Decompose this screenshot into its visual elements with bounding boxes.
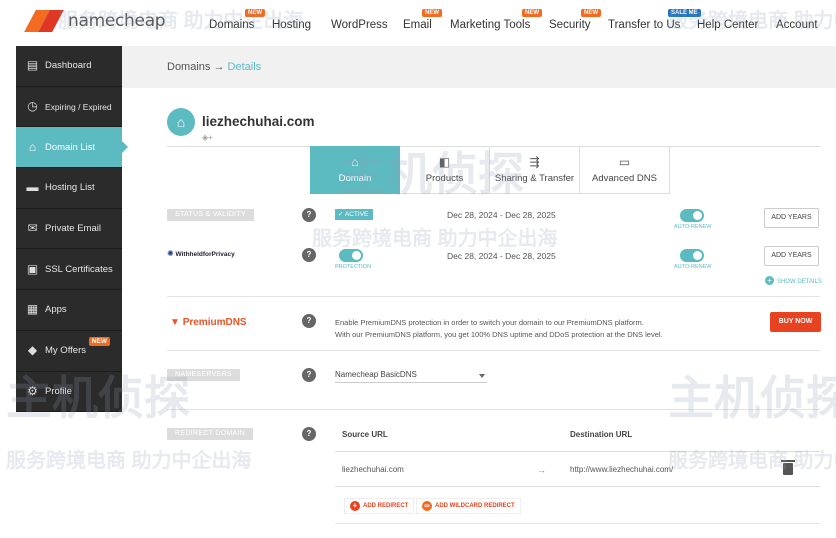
nav-account[interactable]: Account bbox=[776, 19, 818, 31]
privacy-shield-icon: ✺ bbox=[167, 249, 174, 258]
nav-hosting[interactable]: Hosting bbox=[272, 19, 311, 31]
destination-url-value[interactable]: http://www.liezhechuhai.com/ bbox=[570, 465, 673, 474]
source-url-value[interactable]: liezhechuhai.com bbox=[342, 465, 404, 474]
status-validity-label: STATUS & VALIDITY bbox=[167, 209, 254, 221]
withheld-privacy-logo: ✺ WithheldforPrivacy bbox=[167, 249, 235, 258]
protection-toggle[interactable] bbox=[339, 249, 363, 262]
clock-icon: ◷ bbox=[27, 99, 38, 114]
breadcrumb: Domains → Details bbox=[122, 46, 836, 88]
nav-marketing-tools[interactable]: Marketing Tools NEW bbox=[450, 9, 542, 31]
tab-products[interactable]: ◧ Products bbox=[400, 146, 490, 194]
help-icon[interactable]: ? bbox=[302, 208, 316, 222]
chevron-down-icon bbox=[479, 374, 485, 378]
tab-sharing-transfer[interactable]: ⇶ Sharing & Transfer bbox=[490, 146, 580, 194]
sidebar-item-private-email[interactable]: ✉ Private Email bbox=[16, 208, 122, 250]
privacy-dates: Dec 28, 2024 - Dec 28, 2025 bbox=[447, 251, 556, 261]
sidebar-item-hosting-list[interactable]: ▬ Hosting List bbox=[16, 168, 122, 209]
plus-icon: + bbox=[765, 276, 774, 285]
new-badge: NEW bbox=[245, 9, 265, 17]
add-wildcard-redirect-button[interactable]: ∞ ADD WILDCARD REDIRECT bbox=[416, 498, 521, 514]
new-badge: NEW bbox=[88, 336, 110, 346]
sidebar-item-ssl[interactable]: ▣ SSL Certificates bbox=[16, 249, 122, 291]
domain-store-icon: ⌂ bbox=[167, 108, 195, 136]
add-years-button[interactable]: ADD YEARS bbox=[764, 208, 819, 228]
wildcard-icon: ∞ bbox=[422, 501, 432, 511]
help-icon[interactable]: ? bbox=[302, 314, 316, 328]
privacy-add-years-button[interactable]: ADD YEARS bbox=[764, 246, 819, 266]
new-badge: NEW bbox=[581, 9, 601, 17]
tab-advanced-dns[interactable]: ▭ Advanced DNS bbox=[580, 146, 670, 194]
auto-renew-label: AUTO-RENEW bbox=[674, 224, 712, 230]
shield-icon: ▼ bbox=[170, 317, 180, 328]
sidebar-item-profile[interactable]: ⚙ Profile bbox=[16, 371, 122, 413]
server-icon: ▬ bbox=[26, 180, 39, 195]
sidebar-item-my-offers[interactable]: ◆ My Offers NEW bbox=[16, 330, 122, 372]
dashboard-icon: ▤ bbox=[26, 58, 39, 73]
redirect-domain-label: REDIRECT DOMAIN bbox=[167, 428, 254, 440]
box-icon: ◧ bbox=[438, 155, 451, 169]
help-icon[interactable]: ? bbox=[302, 427, 316, 441]
home-icon: ⌂ bbox=[28, 139, 37, 154]
validity-dates: Dec 28, 2024 - Dec 28, 2025 bbox=[447, 210, 556, 220]
new-badge: NEW bbox=[522, 9, 542, 17]
show-details-link[interactable]: + SHOW DETAILS bbox=[765, 276, 822, 285]
sidebar: ▤ Dashboard ◷ Expiring / Expired ⌂ Domain L… bbox=[16, 46, 128, 413]
nav-transfer[interactable]: Transfer to Us SALE ME bbox=[608, 9, 701, 31]
destination-url-header: Destination URL bbox=[570, 430, 633, 439]
help-icon[interactable]: ? bbox=[302, 248, 316, 262]
plus-icon: + bbox=[350, 501, 360, 511]
source-url-header: Source URL bbox=[342, 430, 388, 439]
sidebar-item-expiring[interactable]: ◷ Expiring / Expired bbox=[16, 86, 122, 128]
nameservers-label: NAMESERVERS bbox=[167, 369, 240, 381]
nav-domains[interactable]: Domains NEW bbox=[209, 9, 265, 31]
tab-domain[interactable]: ⌂ Domain bbox=[310, 146, 400, 194]
share-icon: ⇶ bbox=[529, 155, 540, 169]
protection-label: PROTECTION bbox=[335, 264, 372, 270]
apps-icon: ▦ bbox=[26, 302, 39, 317]
premiumdns-logo: ▼ PremiumDNS bbox=[170, 317, 247, 328]
new-badge: NEW bbox=[422, 9, 442, 17]
lock-icon: ▣ bbox=[26, 261, 39, 276]
mail-icon: ✉ bbox=[27, 221, 38, 236]
domain-tag-icon[interactable]: ◈+ bbox=[202, 133, 213, 142]
dns-icon: ▭ bbox=[618, 155, 631, 169]
domain-title: liezhechuhai.com bbox=[202, 114, 315, 129]
auto-renew-toggle[interactable] bbox=[680, 209, 704, 222]
nav-email[interactable]: Email NEW bbox=[403, 9, 442, 31]
breadcrumb-current: Details bbox=[227, 61, 262, 73]
trash-icon[interactable] bbox=[781, 460, 795, 475]
buy-now-button[interactable]: BUY NOW bbox=[770, 312, 821, 332]
nav-security[interactable]: Security NEW bbox=[549, 9, 601, 31]
sidebar-item-dashboard[interactable]: ▤ Dashboard bbox=[16, 46, 122, 87]
nameservers-select[interactable]: Namecheap BasicDNS bbox=[335, 370, 487, 383]
add-redirect-button[interactable]: + ADD REDIRECT bbox=[344, 498, 415, 514]
nav-help-center[interactable]: Help Center bbox=[697, 19, 758, 31]
breadcrumb-domains[interactable]: Domains bbox=[167, 61, 210, 73]
premiumdns-description: Enable PremiumDNS protection in order to… bbox=[335, 318, 663, 339]
arrow-right-icon: → bbox=[537, 465, 546, 475]
domain-tabs: ⌂ Domain ◧ Products ⇶ Sharing & Transfer ▭ A… bbox=[310, 146, 670, 194]
sidebar-item-domain-list[interactable]: ⌂ Domain List bbox=[16, 127, 128, 169]
status-badge: ✓ ACTIVE bbox=[335, 209, 374, 220]
nav-wordpress[interactable]: WordPress bbox=[331, 19, 388, 31]
help-icon[interactable]: ? bbox=[302, 368, 316, 382]
main-content: Domains → Details ⌂ liezhechuhai.com ◈+ … bbox=[122, 46, 836, 538]
sidebar-item-apps[interactable]: ▦ Apps bbox=[16, 290, 122, 331]
sale-badge: SALE ME bbox=[668, 9, 701, 17]
home-icon: ⌂ bbox=[351, 155, 359, 169]
gear-icon: ⚙ bbox=[27, 383, 38, 398]
tag-icon: ◆ bbox=[27, 343, 38, 358]
top-navbar: namecheap Domains NEW Hosting WordPress E… bbox=[0, 0, 836, 44]
privacy-auto-renew-toggle[interactable] bbox=[680, 249, 704, 262]
auto-renew-label: AUTO-RENEW bbox=[674, 264, 712, 270]
